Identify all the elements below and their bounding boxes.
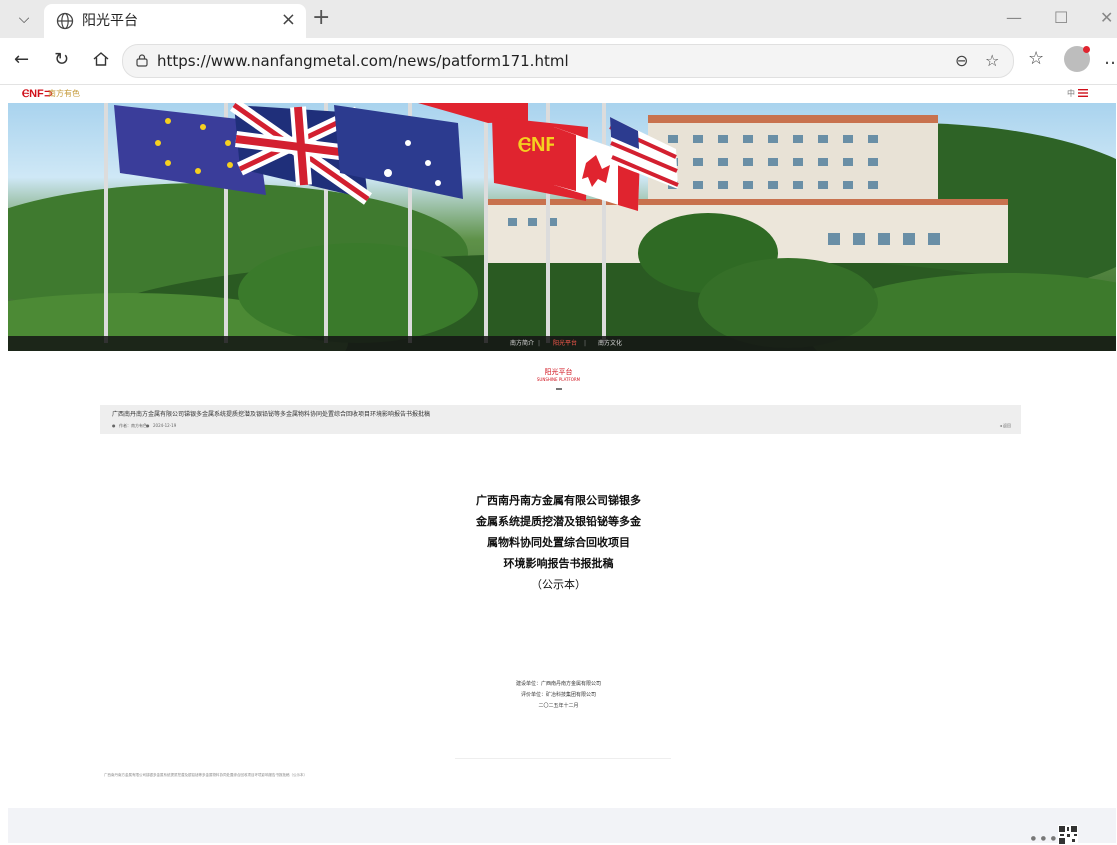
minimize-button[interactable]: —	[1006, 8, 1022, 28]
new-tab-button[interactable]: +	[312, 6, 330, 30]
favorites-icon[interactable]: ☆	[1028, 48, 1044, 70]
doc-title-line: 金属系统提质挖潜及银铅铋等多金	[476, 515, 641, 528]
phone-icon[interactable]: ●	[1051, 835, 1056, 843]
page-footnote: 广西南丹南方金属有限公司锑银多金属系统提质挖潜及银铅铋等多金属物料协同处置综合回…	[104, 773, 307, 777]
home-icon[interactable]	[92, 50, 110, 68]
section-title: 阳光平台	[544, 368, 573, 376]
address-bar[interactable]: https://www.nanfangmetal.com/news/patfor…	[122, 44, 1014, 78]
section-divider	[556, 388, 562, 390]
language-switch[interactable]: 中	[1067, 88, 1075, 100]
tab-close-icon[interactable]: ×	[281, 11, 296, 29]
banner-nav-bar: 南方简介 | 阳光平台 | 南方文化	[8, 336, 1116, 351]
hamburger-menu-icon[interactable]	[1077, 87, 1089, 99]
url-text[interactable]: https://www.nanfangmetal.com/news/patfor…	[157, 51, 569, 71]
site-info-icon[interactable]	[135, 53, 149, 67]
hero-banner: ⲈNF⊃	[8, 103, 1116, 351]
article-header: 广西南丹南方金属有限公司锑银多金属系统提质挖潜及银铅铋等多金属物料协同处置综合回…	[100, 405, 1021, 434]
doc-title-line: 属物料协同处置综合回收项目	[487, 536, 630, 549]
favorite-star-icon[interactable]: ☆	[985, 51, 999, 71]
browser-tab-bar: ⌵ 阳光平台 × + — ☐ ✕	[0, 0, 1117, 38]
reload-icon[interactable]: ↻	[54, 49, 69, 71]
wechat-icon[interactable]: ●	[1041, 835, 1046, 843]
doc-evaluator: 评价单位：矿冶科技集团有限公司	[520, 692, 596, 698]
doc-builder: 建设单位：广西南丹南方金属有限公司	[515, 681, 601, 687]
author-icon: ●	[112, 423, 116, 428]
tab-title: 阳光平台	[82, 13, 138, 29]
back-arrow-icon[interactable]: ←	[14, 49, 29, 71]
close-window-button[interactable]: ✕	[1100, 8, 1113, 28]
doc-title-line: （公示本）	[531, 578, 586, 591]
doc-divider	[455, 758, 671, 759]
logo-text: 南方有色	[48, 89, 80, 98]
article-title: 广西南丹南方金属有限公司锑银多金属系统提质挖潜及银铅铋等多金属物料协同处置综合回…	[112, 411, 431, 418]
banner-nav-separator: |	[584, 340, 587, 347]
weibo-icon[interactable]: ●	[1031, 835, 1036, 843]
maximize-button[interactable]: ☐	[1054, 8, 1068, 28]
banner-nav-sunshine[interactable]: 阳光平台	[553, 339, 577, 348]
banner-image: ⲈNF⊃	[8, 103, 1116, 351]
site-logo[interactable]: ⲈNF⊃ 南方有色	[22, 87, 82, 101]
article-date: 2024-12-19	[153, 423, 177, 428]
browser-toolbar: ← ↻ https://www.nanfangmetal.com/news/pa…	[0, 38, 1117, 85]
more-menu-icon[interactable]: …	[1104, 48, 1117, 70]
notification-dot	[1083, 46, 1090, 53]
globe-icon	[56, 12, 74, 30]
zoom-icon[interactable]: ⊖	[955, 51, 968, 71]
browser-tab[interactable]: 阳光平台 ×	[44, 4, 306, 38]
site-footer: ● ● ●	[8, 808, 1116, 845]
qr-code-icon	[1058, 825, 1078, 845]
banner-nav-intro[interactable]: 南方简介	[510, 339, 534, 348]
section-subtitle: SUNSHINE PLATFORM	[536, 377, 581, 382]
doc-date: 二〇二五年十二月	[538, 703, 579, 709]
site-header: ⲈNF⊃ 南方有色 中	[0, 85, 1117, 103]
banner-nav-culture[interactable]: 南方文化	[598, 339, 622, 348]
doc-title-line: 环境影响报告书报批稿	[503, 557, 614, 570]
doc-title-line: 广西南丹南方金属有限公司锑银多	[476, 494, 641, 507]
article-author: 作者：南方有色	[119, 423, 147, 428]
tab-list-chevron-icon[interactable]: ⌵	[10, 8, 38, 30]
back-link[interactable]: ◂ 返回	[1000, 423, 1011, 429]
clock-icon: ●	[146, 423, 150, 428]
banner-nav-separator: |	[538, 340, 541, 347]
